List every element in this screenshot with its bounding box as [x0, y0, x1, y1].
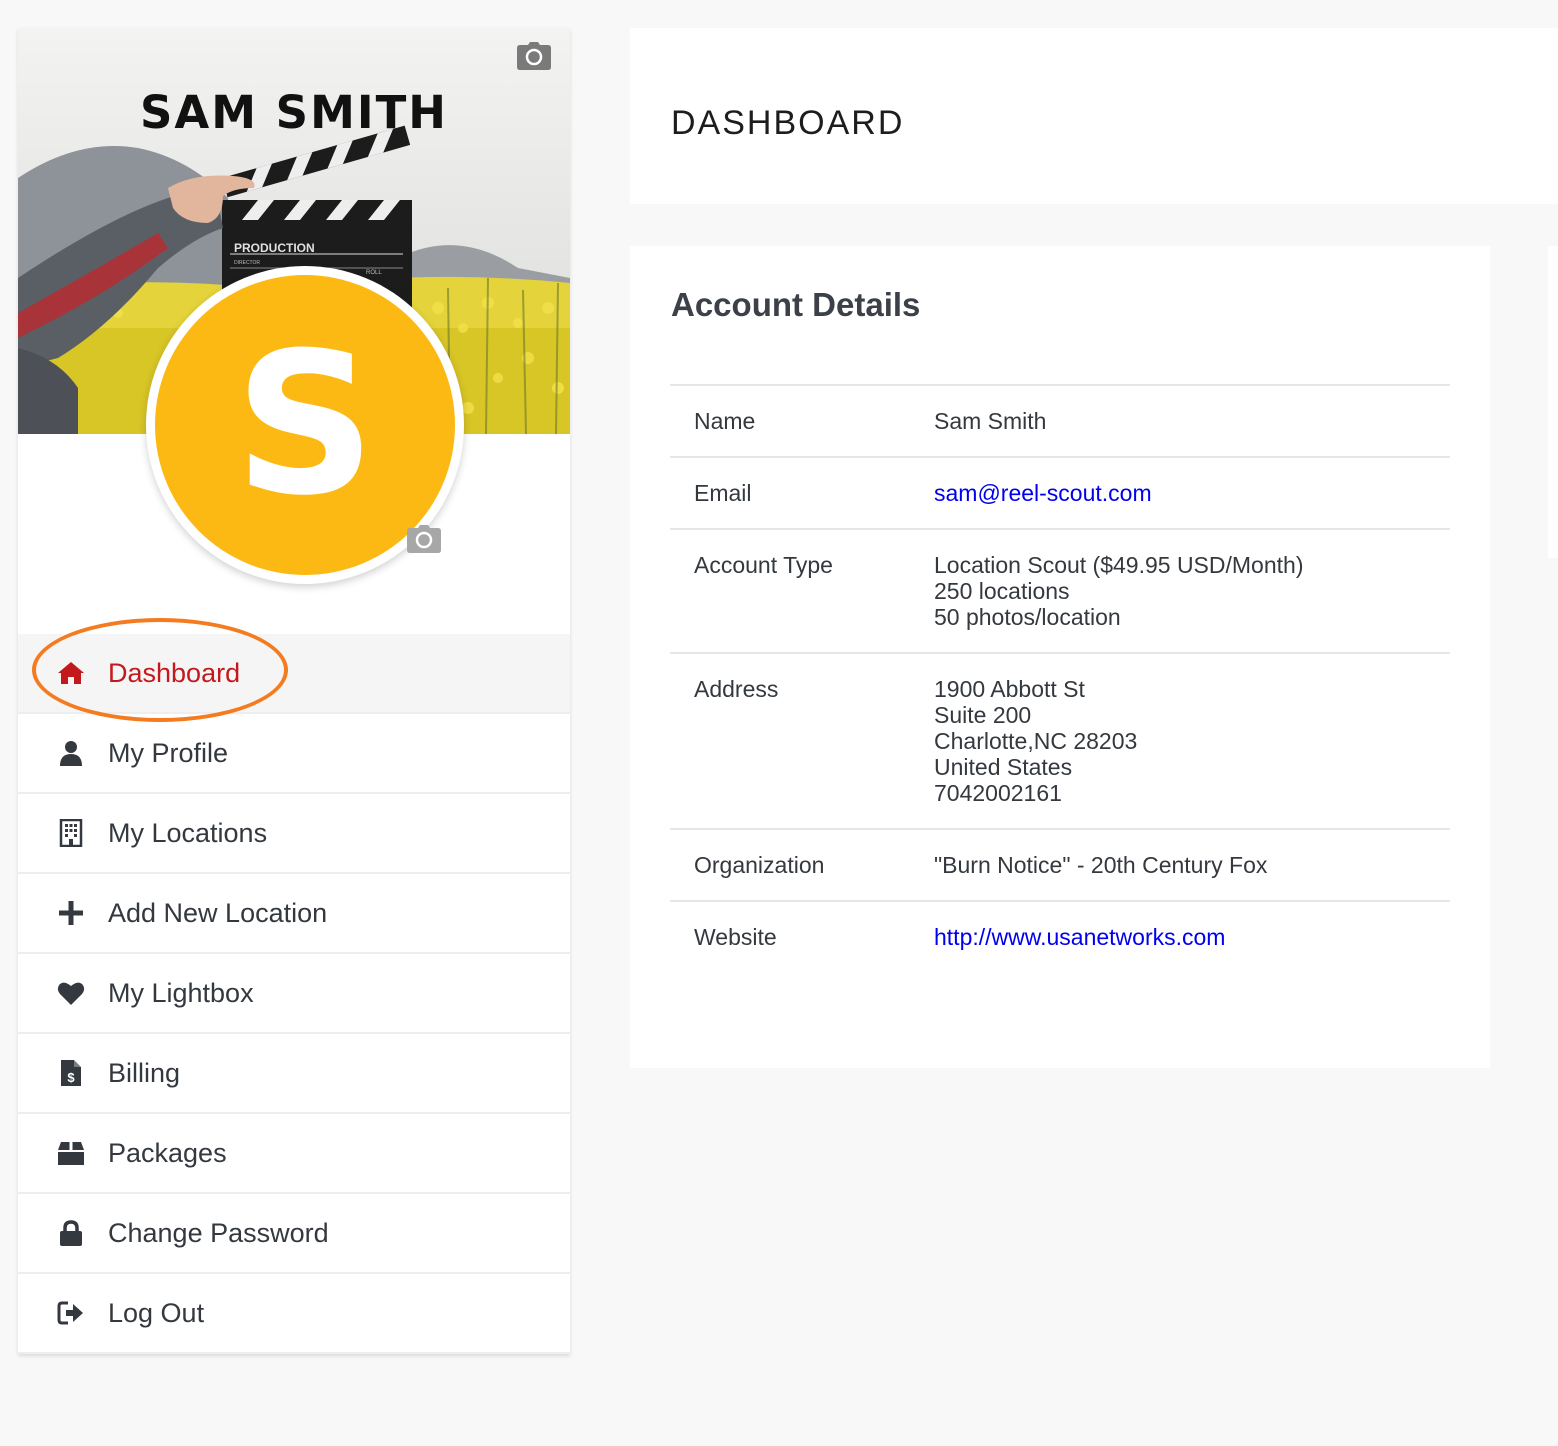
- table-row-website: Website http://www.usanetworks.com: [670, 900, 1450, 972]
- row-value: 1900 Abbott St Suite 200 Charlotte,NC 28…: [910, 652, 1450, 829]
- account-type-plan: Location Scout ($49.95 USD/Month): [934, 552, 1304, 578]
- website-link[interactable]: http://www.usanetworks.com: [934, 924, 1225, 950]
- name-value: Sam Smith: [934, 408, 1047, 434]
- sidebar-item-add-new-location[interactable]: Add New Location: [18, 874, 570, 954]
- row-label: Address: [670, 652, 910, 829]
- address-phone: 7042002161: [934, 780, 1062, 806]
- lock-icon: [56, 1218, 86, 1248]
- address-city: Charlotte,NC 28203: [934, 728, 1138, 754]
- row-label: Name: [670, 384, 910, 457]
- account-details-card: Account Details Name Sam Smith Email sam…: [630, 246, 1490, 1068]
- sidebar-item-label: Packages: [108, 1137, 227, 1168]
- profile-sidebar: PRODUCTION DIRECTOR ROLL SAM SMITH S Das…: [18, 28, 570, 1354]
- row-value: sam@reel-scout.com: [910, 456, 1450, 529]
- address-suite: Suite 200: [934, 702, 1032, 728]
- row-value: http://www.usanetworks.com: [910, 900, 1450, 972]
- address-country: United States: [934, 754, 1073, 780]
- sidebar-nav: Dashboard My Profile My Locations Add Ne…: [18, 618, 570, 1354]
- sidebar-item-my-lightbox[interactable]: My Lightbox: [18, 954, 570, 1034]
- building-icon: [56, 818, 86, 848]
- box-icon: [56, 1138, 86, 1168]
- page-header: DASHBOARD: [630, 28, 1558, 204]
- heart-icon: [56, 978, 86, 1008]
- sidebar-item-billing[interactable]: $ Billing: [18, 1034, 570, 1114]
- account-type-locations: 250 locations: [934, 578, 1070, 604]
- email-link[interactable]: sam@reel-scout.com: [934, 480, 1152, 506]
- cover-text-roll: ROLL: [366, 270, 382, 276]
- row-label: Account Type: [670, 528, 910, 653]
- sidebar-item-log-out[interactable]: Log Out: [18, 1274, 570, 1354]
- cover-text-production: PRODUCTION: [234, 241, 315, 255]
- invoice-icon: $: [56, 1058, 86, 1088]
- row-label: Organization: [670, 828, 910, 901]
- row-value: Sam Smith: [910, 384, 1450, 457]
- address-street: 1900 Abbott St: [934, 676, 1085, 702]
- sidebar-item-dashboard[interactable]: Dashboard: [18, 618, 570, 722]
- sidebar-item-packages[interactable]: Packages: [18, 1114, 570, 1194]
- profile-name: SAM SMITH: [140, 86, 448, 139]
- sidebar-item-label: Change Password: [108, 1217, 329, 1248]
- change-cover-camera-icon[interactable]: [517, 42, 551, 70]
- sign-out-icon: [56, 1298, 86, 1328]
- sidebar-item-my-locations[interactable]: My Locations: [18, 794, 570, 874]
- row-value: Location Scout ($49.95 USD/Month) 250 lo…: [910, 528, 1450, 653]
- row-value: "Burn Notice" - 20th Century Fox: [910, 828, 1450, 901]
- sidebar-item-label: My Lightbox: [108, 977, 254, 1008]
- sidebar-item-label: Log Out: [108, 1297, 205, 1328]
- table-row-address: Address 1900 Abbott St Suite 200 Charlot…: [670, 652, 1450, 829]
- account-details-table: Name Sam Smith Email sam@reel-scout.com …: [670, 384, 1450, 972]
- sidebar-item-label: My Profile: [108, 737, 229, 768]
- sidebar-item-label: My Locations: [108, 817, 268, 848]
- table-row-email: Email sam@reel-scout.com: [670, 456, 1450, 529]
- account-details-title: Account Details: [671, 286, 921, 323]
- row-label: Email: [670, 456, 910, 529]
- side-panel-edge: [1548, 246, 1558, 558]
- cover-text-director: DIRECTOR: [234, 260, 260, 266]
- svg-text:$: $: [67, 1070, 75, 1085]
- user-icon: [56, 738, 86, 768]
- sidebar-item-change-password[interactable]: Change Password: [18, 1194, 570, 1274]
- sidebar-item-label: Add New Location: [108, 897, 328, 928]
- table-row-account-type: Account Type Location Scout ($49.95 USD/…: [670, 528, 1450, 653]
- page-title: DASHBOARD: [671, 104, 905, 142]
- home-icon: [56, 658, 86, 688]
- account-type-photos: 50 photos/location: [934, 604, 1121, 630]
- sidebar-item-label: Dashboard: [108, 657, 241, 688]
- sidebar-item-my-profile[interactable]: My Profile: [18, 714, 570, 794]
- row-label: Website: [670, 900, 910, 972]
- plus-icon: [56, 898, 86, 928]
- table-row-name: Name Sam Smith: [670, 384, 1450, 457]
- sidebar-item-label: Billing: [108, 1057, 181, 1088]
- change-avatar-camera-icon[interactable]: [407, 525, 441, 553]
- organization-value: "Burn Notice" - 20th Century Fox: [934, 852, 1268, 878]
- table-row-organization: Organization "Burn Notice" - 20th Centur…: [670, 828, 1450, 901]
